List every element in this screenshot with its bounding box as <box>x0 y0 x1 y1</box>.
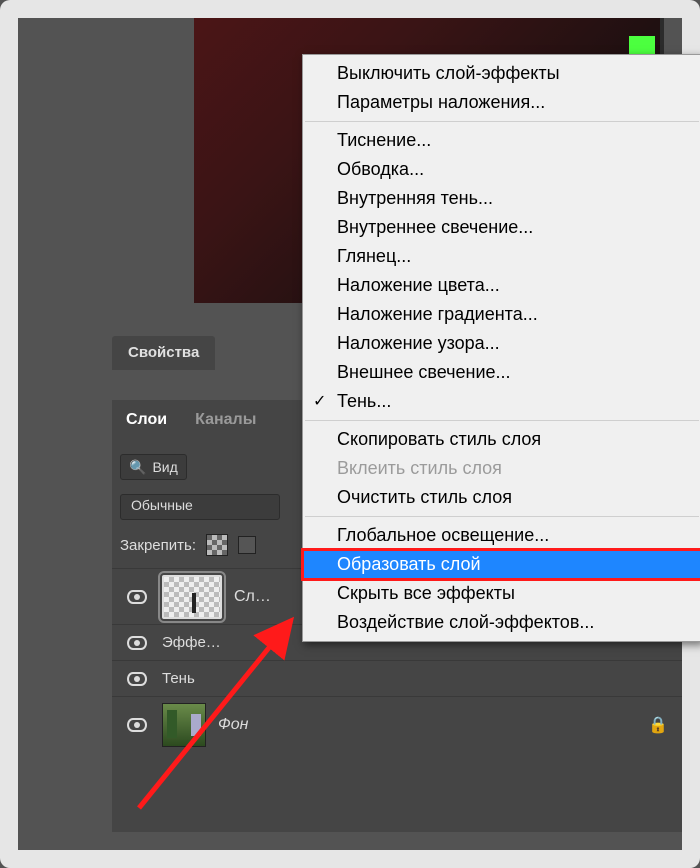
mi-copy-style[interactable]: Скопировать стиль слоя <box>303 425 700 454</box>
separator <box>305 121 699 122</box>
layer-filter[interactable]: 🔍 Вид <box>120 454 187 480</box>
mi-inner-glow[interactable]: Внутреннее свечение... <box>303 213 700 242</box>
mi-blending-options[interactable]: Параметры наложения... <box>303 88 700 117</box>
tab-properties-label: Свойства <box>128 344 199 361</box>
layer-style-context-menu: Выключить слой-эффекты Параметры наложен… <box>302 54 700 642</box>
lock-label: Закрепить: <box>120 537 196 554</box>
mi-bevel[interactable]: Тиснение... <box>303 126 700 155</box>
layer-name[interactable]: Фон <box>206 716 248 734</box>
visibility-icon[interactable] <box>127 636 147 650</box>
mi-hide-all-effects[interactable]: Скрыть все эффекты <box>303 579 700 608</box>
tab-channels-label: Каналы <box>195 411 256 428</box>
mi-paste-style: Вклеить стиль слоя <box>303 454 700 483</box>
effects-label: Эффе… <box>162 634 221 651</box>
lock-icon: 🔒 <box>648 715 668 735</box>
blend-mode-value: Обычные <box>131 497 193 513</box>
effect-shadow-label: Тень <box>162 670 195 687</box>
separator <box>305 516 699 517</box>
tab-layers[interactable]: Слои <box>112 401 181 439</box>
mi-satin[interactable]: Глянец... <box>303 242 700 271</box>
mi-scale-effects[interactable]: Воздействие слой-эффектов... <box>303 608 700 637</box>
mi-stroke[interactable]: Обводка... <box>303 155 700 184</box>
visibility-icon[interactable] <box>127 672 147 686</box>
layer-thumbnail[interactable] <box>162 703 206 747</box>
mi-color-overlay[interactable]: Наложение цвета... <box>303 271 700 300</box>
mi-disable-effects[interactable]: Выключить слой-эффекты <box>303 59 700 88</box>
layer-thumbnail[interactable] <box>162 575 222 619</box>
layer-row-background[interactable]: Фон 🔒 <box>112 696 682 752</box>
layer-name[interactable]: Сл… <box>222 588 271 606</box>
lock-brush-icon[interactable] <box>238 536 256 554</box>
mi-outer-glow[interactable]: Внешнее свечение... <box>303 358 700 387</box>
mi-inner-shadow[interactable]: Внутренняя тень... <box>303 184 700 213</box>
tab-channels[interactable]: Каналы <box>181 401 270 439</box>
mi-create-layer[interactable]: Образовать слой <box>303 550 700 579</box>
mi-clear-style[interactable]: Очистить стиль слоя <box>303 483 700 512</box>
tab-layers-label: Слои <box>126 411 167 428</box>
mi-pattern-overlay[interactable]: Наложение узора... <box>303 329 700 358</box>
tab-properties[interactable]: Свойства <box>112 336 215 370</box>
layer-filter-label: Вид <box>152 459 177 475</box>
mi-global-light[interactable]: Глобальное освещение... <box>303 521 700 550</box>
blend-mode-select[interactable]: Обычные <box>120 494 280 520</box>
mi-drop-shadow[interactable]: Тень... <box>303 387 700 416</box>
mi-gradient-overlay[interactable]: Наложение градиента... <box>303 300 700 329</box>
search-icon: 🔍 <box>129 459 146 476</box>
layer-effect-shadow-row[interactable]: Тень <box>112 660 682 696</box>
figure-icon <box>192 593 196 613</box>
lock-transparency-icon[interactable] <box>206 534 228 556</box>
visibility-icon[interactable] <box>127 718 147 732</box>
separator <box>305 420 699 421</box>
visibility-icon[interactable] <box>127 590 147 604</box>
